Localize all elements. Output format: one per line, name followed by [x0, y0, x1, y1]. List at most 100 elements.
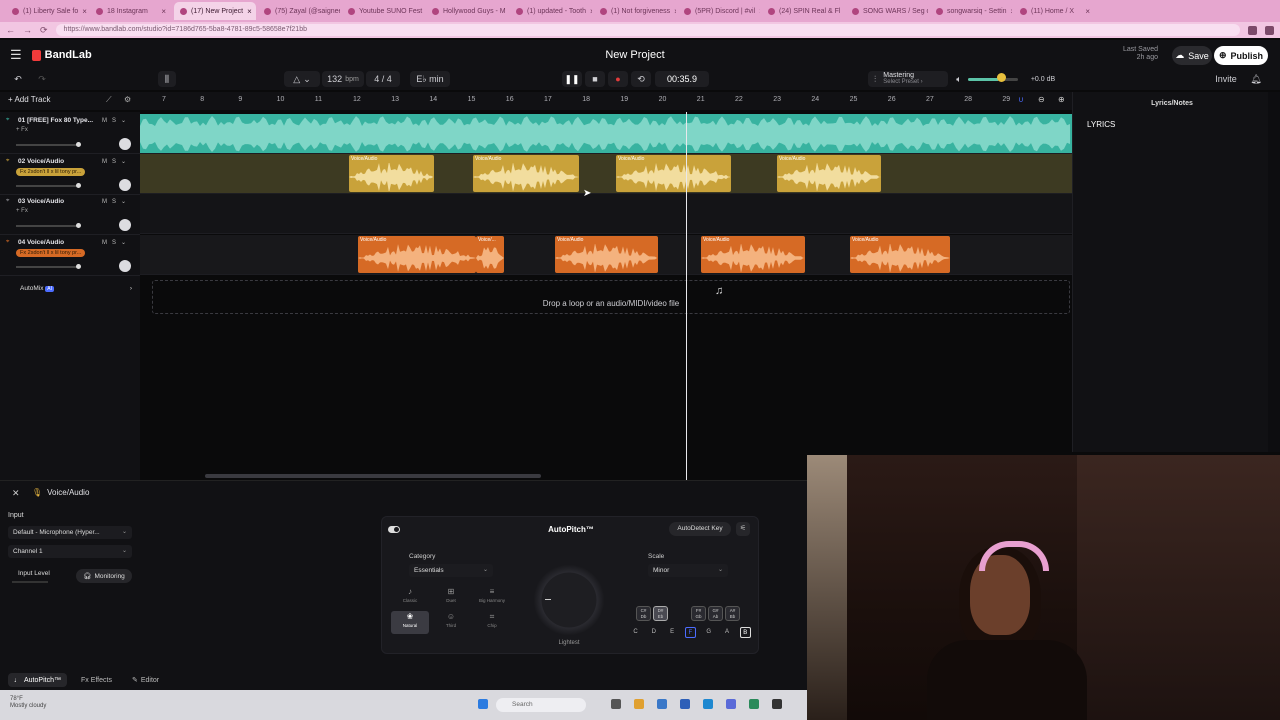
zoom-in-icon[interactable]: ⊕	[1058, 95, 1065, 104]
zoom-out-icon[interactable]: ⊖	[1038, 95, 1045, 104]
track-name[interactable]: 02 Voice/Audio	[18, 158, 64, 165]
time-signature[interactable]: 4 / 4	[366, 71, 400, 87]
track-name[interactable]: 04 Voice/Audio	[18, 239, 64, 246]
accidental-key[interactable]: G# Ab	[708, 606, 723, 621]
autopitch-style-option[interactable]: ≡ Big Harmony	[473, 586, 511, 609]
audio-clip[interactable]: Voice/Audio	[701, 236, 805, 273]
natural-key[interactable]: E	[667, 627, 678, 638]
track-header[interactable]: ⌖ 02 Voice/Audio MS⌄ Fx 2sdon't ll x lil to…	[0, 155, 140, 195]
autopitch-style-option[interactable]: ☺ Third	[432, 611, 470, 634]
input-device-select[interactable]: Default - Microphone (Hyper... ⌄	[8, 526, 132, 539]
task-view-icon[interactable]	[611, 699, 621, 709]
chrome-icon[interactable]	[634, 699, 644, 709]
category-select[interactable]: Essentials ⌄	[409, 564, 493, 577]
track-header[interactable]: ⌖ 03 Voice/Audio MS⌄ + Fx	[0, 195, 140, 235]
steam-icon[interactable]	[772, 699, 782, 709]
natural-key[interactable]: D	[648, 627, 659, 638]
windows-start-icon[interactable]	[478, 699, 488, 709]
taskbar-search[interactable]: Search	[496, 698, 586, 712]
key-selector[interactable]: E♭ min	[410, 71, 450, 87]
track-pan-knob[interactable]	[119, 178, 131, 191]
tempo-field[interactable]: 132 bpm	[322, 71, 364, 87]
autopitch-style-option[interactable]: ❀ Natural	[391, 611, 429, 634]
loop-library-icon[interactable]: ⫼	[158, 71, 176, 87]
track-pan-knob[interactable]	[119, 138, 131, 150]
natural-key[interactable]: B	[739, 627, 751, 638]
stop-icon[interactable]: ■	[585, 71, 605, 87]
lyrics-panel-scrollbar[interactable]	[1268, 92, 1280, 452]
playhead[interactable]	[686, 112, 687, 480]
track-volume-slider[interactable]	[16, 223, 81, 228]
solo-button[interactable]: S	[112, 199, 121, 205]
edge-icon[interactable]	[703, 699, 713, 709]
close-tab-icon[interactable]: ×	[82, 7, 87, 16]
speaker-icon[interactable]: 🔈︎	[952, 71, 966, 87]
close-tab-icon[interactable]: ×	[674, 7, 676, 16]
arrangement-lanes[interactable]: Voice/Audio Voice/Audio Voice/Audio Voice/A…	[140, 112, 1072, 480]
autopitch-style-option[interactable]: ⊞ Duet	[432, 586, 470, 609]
chevron-down-icon[interactable]: ⌄	[121, 240, 131, 246]
browser-tab[interactable]: (5PR) Discord | #vil×	[678, 2, 760, 20]
store-icon[interactable]	[680, 699, 690, 709]
browser-tab[interactable]: (1) Not forgiveness×	[594, 2, 676, 20]
chevron-down-icon[interactable]: ⌄	[121, 118, 131, 124]
track-settings-icon[interactable]: ⚙	[124, 95, 131, 104]
autopitch-style-option[interactable]: ⌗ Chip	[473, 611, 511, 634]
lyrics-section-label[interactable]: LYRICS	[1087, 120, 1115, 129]
sliders-icon[interactable]: ⚟	[736, 522, 750, 536]
mute-button[interactable]: M	[102, 199, 112, 205]
audio-clip[interactable]: Voice/Audio	[616, 155, 731, 192]
mute-solo-buttons[interactable]: MS⌄	[102, 158, 131, 165]
save-button[interactable]: ☁ Save	[1172, 46, 1212, 65]
track-lane-1[interactable]	[140, 114, 1072, 154]
autopitch-style-option[interactable]: ♪ Classic	[391, 586, 429, 609]
weather-widget[interactable]: 78°F Mostly cloudy	[10, 696, 46, 710]
track-volume-slider[interactable]	[16, 263, 81, 269]
track-lane-2[interactable]: Voice/Audio Voice/Audio Voice/Audio Voice/A…	[140, 154, 1072, 194]
add-track-button[interactable]: + Add Track	[8, 95, 50, 104]
horizontal-scrollbar[interactable]	[205, 474, 541, 478]
close-tab-icon[interactable]: ×	[759, 7, 760, 16]
invite-button[interactable]: Invite	[1210, 71, 1242, 87]
autodetect-key-button[interactable]: AutoDetect Key	[669, 522, 731, 536]
pause-icon[interactable]: ❚❚	[562, 71, 582, 87]
accidental-key[interactable]: C# Db	[636, 606, 651, 621]
track-volume-slider[interactable]	[16, 142, 81, 147]
editor-tab[interactable]: Fx Effects	[75, 673, 118, 687]
audio-clip[interactable]: Voice/Audio	[555, 236, 658, 273]
browser-tab[interactable]: Youtube SUNO Fest×	[342, 2, 424, 20]
track-volume-slider[interactable]	[16, 182, 81, 188]
audio-clip[interactable]: Voice/Audio	[850, 236, 950, 273]
close-icon[interactable]: ✕	[12, 488, 20, 499]
track-name[interactable]: 01 [FREE] Fox 80 Type...	[18, 117, 93, 124]
browser-tab[interactable]: (1) Liberty Sale fo ×	[6, 2, 88, 20]
chevron-down-icon[interactable]: ⌄	[121, 159, 131, 165]
reload-icon[interactable]: ⟳	[40, 25, 48, 36]
editor-tab[interactable]: ✎ Editor	[126, 673, 165, 687]
chevron-down-icon[interactable]: ⌄	[121, 199, 131, 205]
solo-button[interactable]: S	[112, 240, 121, 246]
track-header[interactable]: ⌖ 01 [FREE] Fox 80 Type... MS⌄ + Fx	[0, 114, 140, 154]
undo-icon[interactable]: ↶	[8, 71, 28, 87]
close-tab-icon[interactable]: ×	[161, 7, 166, 16]
track-effect-chip[interactable]: Fx 2sdon't ll x lil tony pr...	[16, 248, 86, 257]
bandlab-logo[interactable]: BandLab	[31, 49, 92, 61]
drop-zone[interactable]: ♫ Drop a loop or an audio/MIDI/video fil…	[152, 280, 1070, 314]
menu-icon[interactable]: ☰	[10, 47, 22, 63]
track-pan-knob[interactable]	[119, 259, 131, 272]
mastering-button[interactable]: ⫶ Mastering Select Preset ›	[868, 71, 948, 87]
audio-clip[interactable]: Voice/Audio	[473, 155, 579, 192]
close-tab-icon[interactable]: ×	[247, 7, 252, 16]
mute-button[interactable]: M	[102, 240, 112, 246]
browser-tab[interactable]: songwarsiq - Settin ×	[930, 2, 1012, 20]
mute-solo-buttons[interactable]: MS⌄	[102, 117, 131, 124]
scale-select[interactable]: Minor ⌄	[648, 564, 728, 577]
strength-knob[interactable]	[534, 565, 604, 635]
automix-row[interactable]: AutoMix AI ›	[0, 281, 140, 297]
audio-clip[interactable]: Voice/Audio	[358, 236, 476, 273]
track-name[interactable]: 03 Voice/Audio	[18, 198, 64, 205]
browser-tab[interactable]: (24) SPIN Real & Fl ×	[762, 2, 844, 20]
close-tab-icon[interactable]: ×	[1085, 7, 1090, 16]
track-lane-4[interactable]: Voice/Audio Voice/... Voice/Audio Voice/Aud…	[140, 235, 1072, 275]
natural-key[interactable]: A	[722, 627, 733, 638]
